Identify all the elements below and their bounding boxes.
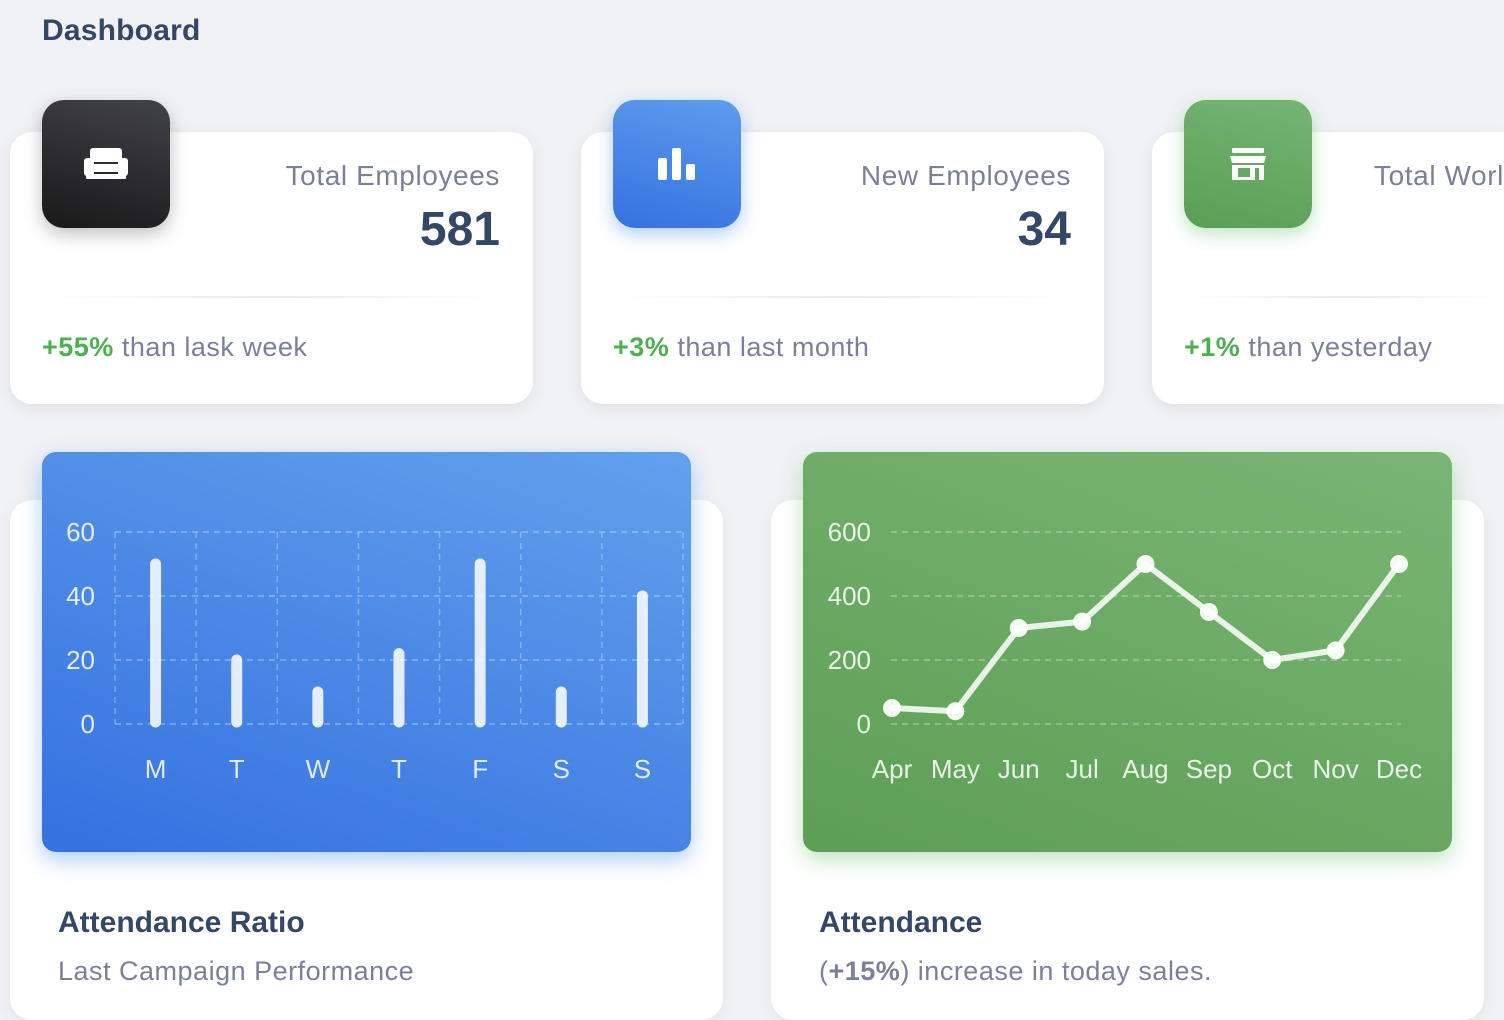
divider [613, 296, 1072, 298]
subtitle-open: ( [819, 956, 829, 986]
bar-chart: 0 20 40 60 M T W T F S S [66, 517, 684, 784]
y-tick-label: 40 [66, 581, 95, 611]
x-tick-label: May [931, 754, 980, 784]
subtitle-percent: +15% [828, 956, 901, 986]
x-tick-label: Nov [1313, 754, 1359, 784]
x-tick-label: Jun [998, 754, 1040, 784]
chart-subtitle: Last Campaign Performance [58, 956, 415, 986]
data-point [1136, 555, 1155, 573]
data-point [1199, 603, 1218, 621]
stat-footer: +3% than last month [613, 332, 869, 363]
x-tick-label: M [145, 754, 167, 784]
stat-change: +55% [42, 332, 114, 362]
subtitle-rest: ) increase in today sales. [900, 956, 1212, 986]
data-point [883, 699, 901, 717]
sofa-icon [42, 100, 170, 228]
stat-change: +3% [613, 332, 670, 362]
attendance-ratio-chart: 0 20 40 60 M T W T F S S [42, 452, 691, 852]
attendance-card: 0 200 400 600 Apr May Jun Jul Aug Sep Oct Nov Dec At… [771, 452, 1484, 1020]
stat-label: New Employees [860, 160, 1071, 191]
x-tick-label: Jul [1066, 754, 1099, 784]
series-line [889, 561, 1402, 715]
x-tick-label: Oct [1252, 754, 1293, 784]
stat-label: Total Employees [285, 160, 500, 191]
divider [1184, 296, 1504, 298]
data-point [1073, 612, 1092, 631]
stat-value: 34 [1017, 203, 1071, 256]
page-title: Dashboard [42, 14, 201, 47]
x-tick-label: Apr [872, 754, 913, 784]
x-tick-label: T [391, 754, 407, 784]
stat-label: Total Worl [1374, 160, 1504, 191]
y-tick-label: 0 [857, 709, 871, 739]
y-tick-label: 0 [81, 709, 95, 739]
x-tick-label: S [553, 754, 570, 784]
x-tick-label: Aug [1122, 754, 1168, 784]
stat-card-total-work: Total Worl +1% than yesterday [1152, 100, 1504, 404]
chart-title: Attendance [819, 906, 983, 939]
x-tick-label: Sep [1186, 754, 1232, 784]
stat-value: 581 [419, 203, 500, 256]
store-icon [1184, 100, 1312, 228]
y-tick-label: 200 [828, 645, 871, 675]
stat-change-text: than last month [677, 332, 870, 362]
y-tick-label: 20 [66, 645, 95, 675]
bar-chart-icon [613, 100, 741, 228]
x-tick-label: T [229, 754, 245, 784]
divider [42, 296, 501, 298]
stat-change-text: than yesterday [1248, 332, 1433, 362]
chart-subtitle: (+15%) increase in today sales. [819, 956, 1212, 987]
x-tick-label: S [634, 754, 651, 784]
stat-change: +1% [1184, 332, 1241, 362]
line-chart: 0 200 400 600 Apr May Jun Jul Aug Sep Oct Nov Dec [828, 517, 1423, 784]
data-point [1390, 555, 1408, 573]
y-tick-label: 600 [828, 517, 871, 547]
x-tick-label: Dec [1376, 754, 1422, 784]
chart-title: Attendance Ratio [58, 906, 305, 939]
data-point [1326, 641, 1345, 660]
attendance-chart: 0 200 400 600 Apr May Jun Jul Aug Sep Oct Nov Dec [803, 452, 1452, 852]
data-point [1263, 651, 1282, 669]
data-point [946, 702, 965, 721]
y-tick-label: 400 [828, 581, 871, 611]
x-tick-label: W [306, 754, 331, 784]
x-tick-label: F [472, 754, 488, 784]
stat-change-text: than lask week [121, 332, 308, 362]
y-tick-label: 60 [66, 517, 95, 547]
stat-card-total-employees: Total Employees 581 +55% than lask week [10, 100, 533, 404]
stat-card-new-employees: New Employees 34 +3% than last month [581, 100, 1104, 404]
stat-footer: +1% than yesterday [1184, 332, 1432, 363]
attendance-ratio-card: 0 20 40 60 M T W T F S S Attendance Ratio Last Cam… [10, 452, 723, 1020]
data-point [1009, 619, 1028, 637]
stat-footer: +55% than lask week [42, 332, 307, 363]
